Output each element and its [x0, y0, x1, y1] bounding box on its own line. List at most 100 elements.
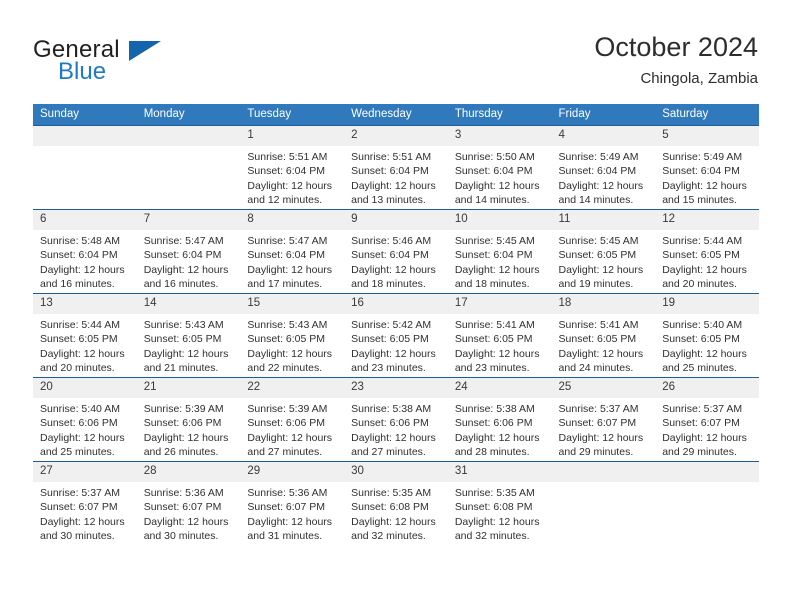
day-details: Sunrise: 5:45 AM Sunset: 6:04 PM Daylight:… [448, 230, 552, 292]
day-details: Sunrise: 5:49 AM Sunset: 6:04 PM Daylight:… [552, 146, 656, 208]
day-detail-line: and 17 minutes. [247, 278, 323, 291]
day-detail-line: Sunset: 6:07 PM [662, 417, 740, 430]
brand-logo[interactable]: General Blue [33, 36, 233, 86]
calendar-day-cell[interactable]: 8 Sunrise: 5:47 AM Sunset: 6:04 PM Daylight… [240, 209, 345, 294]
day-number: 10 [447, 210, 552, 230]
calendar-day-cell[interactable]: 1 Sunrise: 5:51 AM Sunset: 6:04 PM Daylight… [240, 125, 345, 210]
day-number: 16 [344, 294, 448, 314]
day-detail-line: Sunrise: 5:43 AM [143, 319, 224, 331]
calendar-day-cell[interactable]: 21 Sunrise: 5:39 AM Sunset: 6:06 PM Dayligh… [136, 377, 241, 462]
day-details: Sunrise: 5:49 AM Sunset: 6:04 PM Daylight:… [655, 146, 759, 208]
calendar-day-cell[interactable]: 23 Sunrise: 5:38 AM Sunset: 6:06 PM Dayligh… [344, 377, 448, 462]
day-detail-line: Sunset: 6:06 PM [454, 417, 533, 430]
calendar-day-cell[interactable]: 25 Sunrise: 5:37 AM Sunset: 6:07 PM Dayligh… [551, 377, 656, 462]
calendar-page: General Blue October 2024 Chingola, Zamb… [0, 0, 792, 612]
day-detail-line: Sunrise: 5:39 AM [247, 403, 328, 415]
day-details: Sunrise: 5:37 AM Sunset: 6:07 PM Daylight:… [655, 398, 759, 460]
calendar-day-cell[interactable]: 28 Sunrise: 5:36 AM Sunset: 6:07 PM Dayligh… [136, 461, 241, 545]
day-detail-line: Sunset: 6:04 PM [351, 165, 429, 178]
calendar-day-cell[interactable]: 29 Sunrise: 5:36 AM Sunset: 6:07 PM Dayligh… [240, 461, 345, 545]
calendar-day-cell-empty [551, 461, 656, 545]
calendar-day-cell[interactable]: 27 Sunrise: 5:37 AM Sunset: 6:07 PM Dayligh… [33, 461, 137, 545]
day-number: 1 [240, 126, 345, 146]
calendar-day-cell[interactable]: 30 Sunrise: 5:35 AM Sunset: 6:08 PM Dayligh… [344, 461, 448, 545]
day-details: Sunrise: 5:38 AM Sunset: 6:06 PM Daylight:… [344, 398, 448, 460]
calendar-day-cell[interactable]: 26 Sunrise: 5:37 AM Sunset: 6:07 PM Dayligh… [655, 377, 759, 462]
day-detail-line: Sunrise: 5:39 AM [143, 403, 224, 415]
calendar-day-cell[interactable]: 3 Sunrise: 5:50 AM Sunset: 6:04 PM Daylight… [447, 125, 552, 210]
day-detail-line: Daylight: 12 hours [40, 515, 125, 528]
day-detail-line: Daylight: 12 hours [454, 263, 540, 276]
calendar-week-row: 20 Sunrise: 5:40 AM Sunset: 6:06 PM Dayligh… [33, 377, 759, 462]
calendar-day-cell[interactable]: 6 Sunrise: 5:48 AM Sunset: 6:04 PM Daylight… [33, 209, 137, 294]
day-detail-line: Sunset: 6:07 PM [558, 417, 637, 430]
day-detail-line: Sunrise: 5:38 AM [351, 403, 432, 415]
day-detail-line: Sunrise: 5:37 AM [40, 487, 120, 499]
calendar-day-cell[interactable]: 13 Sunrise: 5:44 AM Sunset: 6:05 PM Dayligh… [33, 293, 137, 378]
day-details: Sunrise: 5:47 AM Sunset: 6:04 PM Daylight:… [240, 230, 344, 292]
calendar-day-cell[interactable]: 11 Sunrise: 5:45 AM Sunset: 6:05 PM Dayligh… [551, 209, 656, 294]
day-detail-line: Daylight: 12 hours [40, 263, 125, 276]
weekday-header-saturday: Saturday [655, 104, 759, 126]
day-details: Sunrise: 5:44 AM Sunset: 6:05 PM Daylight:… [33, 314, 137, 376]
day-detail-line: and 31 minutes. [247, 530, 323, 543]
calendar-day-cell[interactable]: 14 Sunrise: 5:43 AM Sunset: 6:05 PM Dayligh… [136, 293, 241, 378]
day-detail-line: and 28 minutes. [454, 446, 530, 459]
day-detail-line: Sunset: 6:05 PM [247, 333, 326, 346]
day-number [136, 126, 241, 146]
calendar-day-cell[interactable]: 19 Sunrise: 5:40 AM Sunset: 6:05 PM Dayligh… [655, 293, 759, 378]
day-detail-line: Sunrise: 5:46 AM [351, 235, 432, 247]
day-detail-line: Sunset: 6:04 PM [247, 165, 326, 178]
weekday-header-sunday: Sunday [33, 104, 137, 126]
day-detail-line: Daylight: 12 hours [247, 263, 333, 276]
calendar-day-cell[interactable]: 24 Sunrise: 5:38 AM Sunset: 6:06 PM Dayligh… [447, 377, 552, 462]
calendar-day-cell[interactable]: 15 Sunrise: 5:43 AM Sunset: 6:05 PM Dayligh… [240, 293, 345, 378]
calendar-day-cell[interactable]: 9 Sunrise: 5:46 AM Sunset: 6:04 PM Daylight… [344, 209, 448, 294]
day-detail-line: Sunset: 6:05 PM [662, 249, 740, 262]
calendar-day-cell[interactable]: 22 Sunrise: 5:39 AM Sunset: 6:06 PM Dayligh… [240, 377, 345, 462]
day-detail-line: Daylight: 12 hours [662, 431, 747, 444]
day-detail-line: and 20 minutes. [662, 278, 737, 291]
day-detail-line: and 22 minutes. [247, 362, 323, 375]
calendar-day-cell[interactable]: 2 Sunrise: 5:51 AM Sunset: 6:04 PM Daylight… [344, 125, 448, 210]
day-detail-line: Sunset: 6:07 PM [143, 501, 222, 514]
day-detail-line: Daylight: 12 hours [662, 263, 747, 276]
day-number: 2 [344, 126, 448, 146]
day-number: 3 [447, 126, 552, 146]
day-detail-line: Sunset: 6:04 PM [454, 165, 533, 178]
day-number: 20 [33, 378, 137, 398]
day-detail-line: and 29 minutes. [662, 446, 737, 459]
calendar-day-cell[interactable]: 31 Sunrise: 5:35 AM Sunset: 6:08 PM Dayligh… [447, 461, 552, 545]
day-detail-line: Sunset: 6:05 PM [558, 249, 637, 262]
day-details: Sunrise: 5:43 AM Sunset: 6:05 PM Daylight:… [137, 314, 241, 376]
day-detail-line: Sunset: 6:04 PM [558, 165, 637, 178]
day-number: 19 [655, 294, 759, 314]
triangle-logo-icon [129, 41, 161, 61]
day-detail-line: Daylight: 12 hours [558, 347, 644, 360]
day-details: Sunrise: 5:42 AM Sunset: 6:05 PM Daylight:… [344, 314, 448, 376]
calendar-day-cell[interactable]: 12 Sunrise: 5:44 AM Sunset: 6:05 PM Dayligh… [655, 209, 759, 294]
day-details: Sunrise: 5:35 AM Sunset: 6:08 PM Daylight:… [448, 482, 552, 544]
day-detail-line: Sunrise: 5:41 AM [558, 319, 639, 331]
day-number: 24 [447, 378, 552, 398]
day-detail-line: Sunrise: 5:36 AM [247, 487, 328, 499]
calendar-day-cell[interactable]: 17 Sunrise: 5:41 AM Sunset: 6:05 PM Dayligh… [447, 293, 552, 378]
day-detail-line: Daylight: 12 hours [454, 347, 540, 360]
calendar-day-cell[interactable]: 5 Sunrise: 5:49 AM Sunset: 6:04 PM Daylight… [655, 125, 759, 210]
calendar-week-row: 1 Sunrise: 5:51 AM Sunset: 6:04 PM Daylight… [33, 125, 759, 210]
calendar-day-cell[interactable]: 20 Sunrise: 5:40 AM Sunset: 6:06 PM Dayligh… [33, 377, 137, 462]
day-detail-line: Daylight: 12 hours [40, 431, 125, 444]
calendar-day-cell[interactable]: 10 Sunrise: 5:45 AM Sunset: 6:04 PM Dayligh… [447, 209, 552, 294]
day-details: Sunrise: 5:47 AM Sunset: 6:04 PM Daylight:… [137, 230, 241, 292]
day-number: 31 [447, 462, 552, 482]
calendar-day-cell[interactable]: 7 Sunrise: 5:47 AM Sunset: 6:04 PM Daylight… [136, 209, 241, 294]
day-detail-line: Sunrise: 5:42 AM [351, 319, 432, 331]
calendar-day-cell[interactable]: 4 Sunrise: 5:49 AM Sunset: 6:04 PM Daylight… [551, 125, 656, 210]
day-detail-line: Sunset: 6:04 PM [662, 165, 740, 178]
day-detail-line: Sunrise: 5:37 AM [662, 403, 743, 415]
calendar-day-cell[interactable]: 18 Sunrise: 5:41 AM Sunset: 6:05 PM Dayligh… [551, 293, 656, 378]
day-detail-line: Daylight: 12 hours [40, 347, 125, 360]
calendar-day-cell[interactable]: 16 Sunrise: 5:42 AM Sunset: 6:05 PM Dayligh… [344, 293, 448, 378]
day-details: Sunrise: 5:41 AM Sunset: 6:05 PM Daylight:… [448, 314, 552, 376]
day-detail-line: Sunrise: 5:51 AM [247, 151, 328, 163]
